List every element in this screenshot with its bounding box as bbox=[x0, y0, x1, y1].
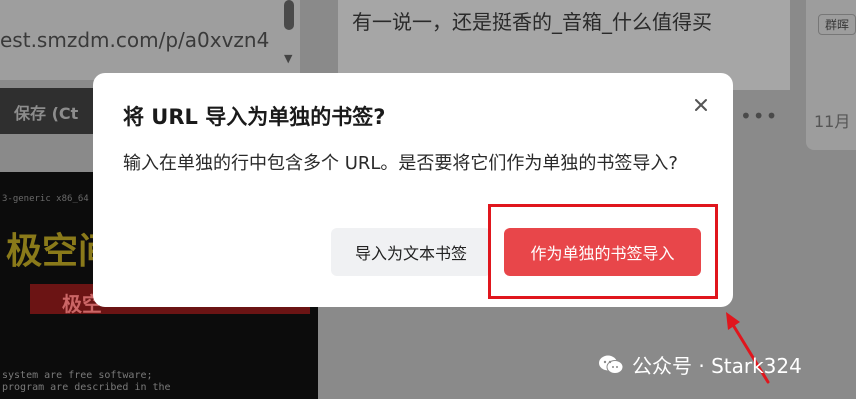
url-text: est.smzdm.com/p/a0xvzn4 bbox=[0, 28, 270, 52]
annotation-highlight-box bbox=[488, 204, 718, 299]
watermark: 公众号 · Stark324 bbox=[598, 350, 802, 379]
thumbnail-line-2: program are described in the bbox=[2, 382, 171, 393]
save-button-label: 保存 (Ct bbox=[14, 104, 79, 123]
watermark-text: 公众号 · Stark324 bbox=[632, 354, 802, 378]
wechat-icon bbox=[599, 355, 624, 374]
side-card-date: 11月 bbox=[814, 112, 851, 131]
dialog-message: 输入在单独的行中包含多个 URL。是否要将它们作为单独的书签导入? bbox=[123, 153, 678, 174]
thumbnail-line-1: system are free software; bbox=[2, 370, 153, 381]
import-as-text-bookmark-button[interactable]: 导入为文本书签 bbox=[331, 228, 491, 276]
article-card-title[interactable]: 有一说一，还是挺香的_音箱_什么值得买 bbox=[352, 6, 712, 35]
close-icon[interactable] bbox=[691, 95, 711, 115]
scrollbar-thumb[interactable] bbox=[284, 0, 294, 30]
side-card-tag[interactable]: 群晖 bbox=[818, 14, 856, 35]
more-options-icon[interactable]: ••• bbox=[740, 104, 778, 128]
scroll-down-icon[interactable]: ▼ bbox=[284, 52, 292, 65]
thumbnail-top-text: 3-generic x86_64 bbox=[2, 194, 89, 204]
dialog-title: 将 URL 导入为单独的书签? bbox=[123, 105, 386, 129]
